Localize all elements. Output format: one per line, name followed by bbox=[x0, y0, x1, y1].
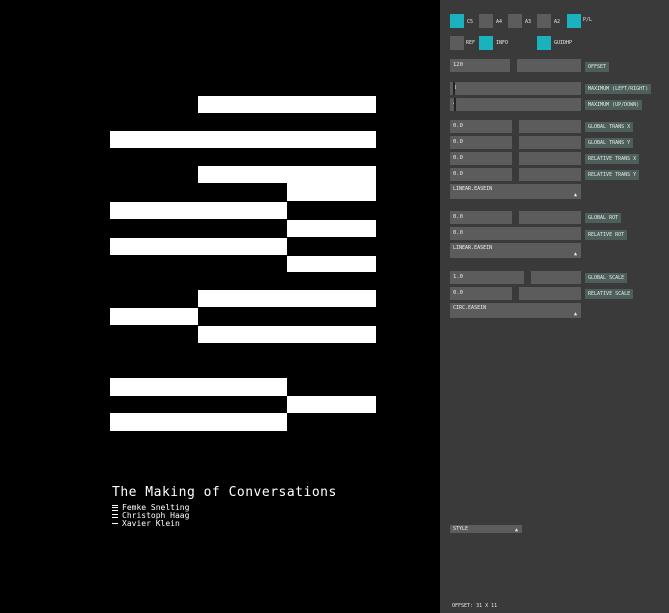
poster-canvas: The Making of Conversations Femke Snelti… bbox=[0, 0, 440, 613]
caret-up-icon: ▲ bbox=[514, 527, 518, 533]
author-marker bbox=[112, 504, 118, 511]
scale-easing-value: CIRC.EASEIN bbox=[453, 305, 487, 311]
trans-easing-select[interactable]: LINEAR.EASEIN ▲ bbox=[450, 184, 581, 199]
author-name: Xavier Klein bbox=[122, 519, 180, 528]
scale-easing-select[interactable]: CIRC.EASEIN ▲ bbox=[450, 303, 581, 318]
rot-easing-select[interactable]: LINEAR.EASEIN ▲ bbox=[450, 243, 581, 258]
relative-trans-y-label: RELATIVE TRANS Y bbox=[585, 170, 640, 180]
format-a3-toggle[interactable] bbox=[508, 14, 522, 28]
slider-handle[interactable] bbox=[453, 82, 455, 95]
poster-tile bbox=[198, 96, 376, 113]
poster-tile bbox=[198, 166, 376, 183]
relative-scale-field[interactable]: 0.0 bbox=[450, 287, 512, 300]
author-marker bbox=[112, 513, 118, 518]
global-rot-range[interactable] bbox=[519, 211, 581, 224]
trans-easing-value: LINEAR.EASEIN bbox=[453, 186, 493, 192]
poster-tile bbox=[110, 202, 287, 219]
poster-tile bbox=[110, 308, 198, 325]
poster-tile bbox=[287, 256, 376, 272]
poster-tile bbox=[287, 220, 376, 237]
poster-tile bbox=[110, 413, 287, 431]
orientation-label: P/L bbox=[583, 17, 593, 23]
poster-tile bbox=[110, 238, 287, 255]
format-c5-toggle[interactable] bbox=[450, 14, 464, 28]
maximum-up-down-label: MAXIMUM (UP/DOWN) bbox=[585, 100, 643, 110]
relative-rot-label: RELATIVE ROT bbox=[585, 230, 628, 240]
format-c5-label: C5 bbox=[467, 19, 474, 25]
maximum-left-right-label: MAXIMUM (LEFT/RIGHT) bbox=[585, 84, 652, 94]
guide-toggle[interactable] bbox=[537, 36, 551, 50]
slider-handle[interactable] bbox=[454, 98, 456, 111]
offset-label: OFFSET bbox=[585, 62, 610, 72]
global-trans-x-label: GLOBAL TRANS X bbox=[585, 122, 634, 132]
ref-label: REF bbox=[466, 40, 476, 46]
caret-up-icon: ▲ bbox=[573, 311, 577, 317]
global-trans-x-field[interactable]: 0.0 bbox=[450, 120, 512, 133]
relative-trans-x-field[interactable]: 0.0 bbox=[450, 152, 512, 165]
relative-scale-label: RELATIVE SCALE bbox=[585, 289, 634, 299]
poster-title: The Making of Conversations bbox=[112, 485, 337, 500]
poster-tile bbox=[110, 131, 376, 148]
global-scale-field[interactable]: 1.0 bbox=[450, 271, 524, 284]
rot-easing-value: LINEAR.EASEIN bbox=[453, 245, 493, 251]
orientation-toggle[interactable] bbox=[567, 14, 581, 28]
global-trans-y-field[interactable]: 0.0 bbox=[450, 136, 512, 149]
ref-toggle[interactable] bbox=[450, 36, 464, 50]
format-a4-toggle[interactable] bbox=[479, 14, 493, 28]
format-a4-label: A4 bbox=[496, 19, 503, 25]
author-line: Xavier Klein bbox=[112, 519, 180, 528]
info-label: INFO bbox=[496, 40, 509, 46]
info-toggle[interactable] bbox=[479, 36, 493, 50]
poster-tile bbox=[287, 396, 376, 413]
global-trans-y-range[interactable] bbox=[519, 136, 581, 149]
style-select[interactable]: STYLE ▲ bbox=[450, 525, 522, 533]
relative-scale-range[interactable] bbox=[519, 287, 581, 300]
poster-tile bbox=[198, 290, 376, 307]
relative-trans-x-range[interactable] bbox=[519, 152, 581, 165]
global-trans-x-range[interactable] bbox=[519, 120, 581, 133]
poster-tile bbox=[110, 378, 287, 396]
author-marker bbox=[112, 523, 118, 524]
guide-label: GUIDHP bbox=[554, 40, 573, 46]
global-rot-field[interactable]: 0.0 bbox=[450, 211, 512, 224]
global-rot-label: GLOBAL ROT bbox=[585, 213, 622, 223]
global-trans-y-label: GLOBAL TRANS Y bbox=[585, 138, 634, 148]
format-a2-toggle[interactable] bbox=[537, 14, 551, 28]
caret-up-icon: ▲ bbox=[573, 192, 577, 198]
control-panel: C5 A4 A3 A2 P/L REF INFO GUIDHP 120 OFFS… bbox=[440, 0, 669, 613]
relative-trans-y-field[interactable]: 0.0 bbox=[450, 168, 512, 181]
offset-field-secondary[interactable] bbox=[517, 59, 581, 72]
relative-rot-slider[interactable]: 0.0 bbox=[450, 227, 581, 240]
offset-status: OFFSET: 31 X 11 bbox=[452, 603, 498, 609]
relative-trans-x-label: RELATIVE TRANS X bbox=[585, 154, 640, 164]
global-scale-range[interactable] bbox=[531, 271, 581, 284]
format-a3-label: A3 bbox=[525, 19, 532, 25]
maximum-left-right-slider[interactable]: 3 bbox=[450, 82, 581, 95]
poster-tile bbox=[198, 326, 376, 343]
style-value: STYLE bbox=[453, 526, 469, 532]
offset-field[interactable]: 120 bbox=[450, 59, 510, 72]
poster-tile bbox=[287, 183, 376, 201]
relative-trans-y-range[interactable] bbox=[519, 168, 581, 181]
global-scale-label: GLOBAL SCALE bbox=[585, 273, 628, 283]
caret-up-icon: ▲ bbox=[573, 251, 577, 257]
format-a2-label: A2 bbox=[554, 19, 561, 25]
maximum-up-down-slider[interactable]: 4 bbox=[450, 98, 581, 111]
